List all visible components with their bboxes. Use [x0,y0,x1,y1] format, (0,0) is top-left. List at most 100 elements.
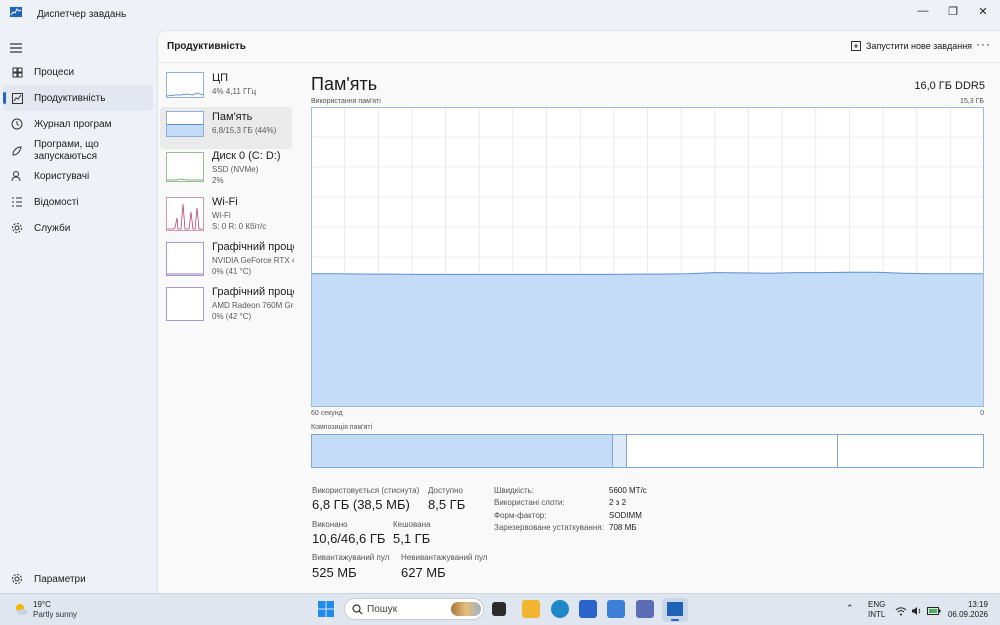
weather-desc: Partly sunny [33,610,78,619]
min-axis-label: 0 [980,410,984,417]
memory-title: Пам'ять [311,74,378,94]
memory-spec: 16,0 ГБ DDR5 [914,80,985,92]
users-icon [10,170,24,182]
history-icon [10,118,24,130]
performance-icon [10,92,24,104]
title-bar [0,0,1000,30]
file-explorer-icon[interactable] [522,600,540,618]
sidebar-item-label: Користувачі [34,170,90,182]
sidebar-item-performance[interactable]: Продуктивність [3,85,153,111]
device-detail: Wi-Fi [212,211,231,220]
in-use-value: 6,8 ГБ (38,5 МБ) [312,497,410,512]
form-factor-value: SODIMM [609,511,642,520]
new-task-icon [851,41,861,51]
app-icon[interactable] [636,600,654,618]
language-secondary[interactable]: INTL [868,610,885,619]
details-icon [10,196,24,208]
device-detail-2: 2% [212,176,224,185]
slots-value: 2 з 2 [609,498,627,507]
in-use-label: Використовується (стиснута) [312,486,420,495]
more-options-button[interactable]: ··· [976,37,991,51]
search-input[interactable]: Пошук [344,598,484,620]
device-item-memory[interactable]: Пам'ять 6,8/15,3 ГБ (44%) [160,107,292,149]
device-item-disk[interactable]: Диск 0 (C: D:) SSD (NVMe) 2% [160,146,292,188]
device-detail-2: 0% (41 °C) [212,267,252,276]
weather-icon[interactable] [13,602,29,616]
language-primary[interactable]: ENG [868,600,885,609]
store-icon[interactable] [579,600,597,618]
device-item-gpu1[interactable]: Графічний проце AMD Radeon 760M Gra 0% (… [160,282,294,324]
memory-thumbnail [166,111,204,137]
device-name: Графічний проце [212,241,294,253]
device-detail: SSD (NVMe) [212,165,259,174]
memory-usage-label: Використання пам'яті [311,98,381,105]
sidebar-item-label: Процеси [34,66,75,78]
close-button[interactable]: ✕ [968,0,998,22]
clock-time[interactable]: 13:19 [948,600,988,609]
hamburger-menu-icon[interactable] [10,40,22,53]
time-axis-label: 60 секунд [311,410,343,417]
device-item-wifi[interactable]: Wi-Fi Wi-Fi S: 0 R: 0 Кбіт/с [160,192,292,234]
window-title: Диспетчер завдань [37,9,127,20]
sidebar-item-services[interactable]: Служби [3,215,153,241]
available-label: Доступно [428,486,463,495]
task-view-icon[interactable] [492,602,506,616]
clock-date[interactable]: 06.09.2026 [942,610,988,619]
maximize-button[interactable]: ❐ [938,0,968,22]
composition-in-use [312,435,613,467]
device-detail: 6,8/15,3 ГБ (44%) [212,126,277,135]
paged-pool-value: 525 МБ [312,565,357,580]
run-new-task-label: Запустити нове завдання [866,41,973,51]
memory-max-label: 15,3 ГБ [960,98,984,105]
reserved-value: 708 МБ [609,523,637,532]
edge-browser-icon[interactable] [551,600,569,618]
composition-modified [613,435,627,467]
device-name: ЦП [212,72,229,84]
device-detail-2: S: 0 R: 0 Кбіт/с [212,222,267,231]
device-name: Диск 0 (C: D:) [212,150,281,162]
start-button[interactable] [318,601,334,617]
mail-icon[interactable] [607,600,625,618]
sidebar-item-processes[interactable]: Процеси [3,59,153,85]
available-value: 8,5 ГБ [428,497,466,512]
task-manager-icon [667,602,683,616]
cached-label: Кешована [393,520,431,529]
battery-icon[interactable] [927,603,941,615]
search-placeholder: Пошук [367,604,398,615]
startup-icon [10,145,24,157]
minimize-button[interactable]: — [908,0,938,22]
device-item-cpu[interactable]: ЦП 4% 4,11 ГГц [160,68,292,110]
speed-value: 5600 MT/c [609,486,647,495]
volume-icon[interactable] [911,603,923,615]
sidebar-item-details[interactable]: Відомості [3,189,153,215]
sidebar-item-label: Служби [34,222,71,234]
search-icon [352,604,363,615]
sidebar-item-settings[interactable]: Параметри [3,566,153,592]
weather-temp: 19°C [33,600,51,609]
sidebar-item-app-history[interactable]: Журнал програм [3,111,153,137]
run-new-task-button[interactable]: Запустити нове завдання [851,38,972,54]
gear-icon [10,573,24,585]
nonpaged-pool-value: 627 МБ [401,565,446,580]
speed-label: Швидкість: [494,486,535,495]
memory-composition-bar [311,434,984,468]
device-detail: AMD Radeon 760M Gra [212,301,294,310]
tray-overflow-icon[interactable]: ⌃ [846,603,854,614]
cached-value: 5,1 ГБ [393,531,431,546]
device-item-gpu0[interactable]: Графічний проце NVIDIA GeForce RTX 40 0%… [160,237,294,279]
wifi-icon[interactable] [895,603,907,616]
sidebar-item-users[interactable]: Користувачі [3,163,153,189]
gpu0-thumbnail [166,242,204,276]
committed-value: 10,6/46,6 ГБ [312,531,386,546]
sidebar-item-label: Відомості [34,196,79,208]
memory-usage-area [311,272,984,407]
cpu-thumbnail [166,72,204,98]
sidebar-item-startup-apps[interactable]: Програми, що запускаються [3,137,153,165]
page-title: Продуктивність [167,41,246,52]
header-divider [158,62,1000,63]
reserved-label: Зарезервоване устаткування: [494,523,604,532]
taskbar-task-manager[interactable] [662,598,688,622]
grid-icon [10,67,24,78]
nonpaged-pool-label: Невивантажуваний пул [401,553,488,562]
active-indicator [671,619,679,621]
